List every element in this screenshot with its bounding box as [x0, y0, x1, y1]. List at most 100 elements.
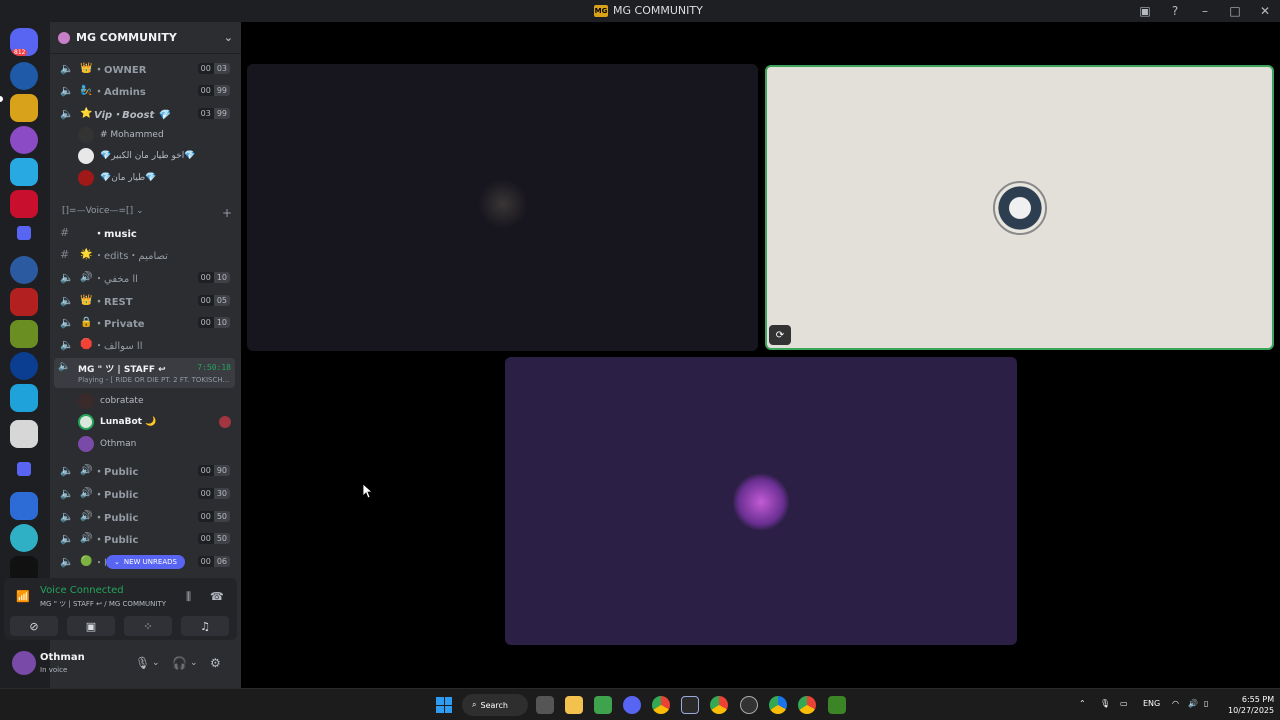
server-icon[interactable]	[10, 384, 38, 412]
chevron-down-icon: ⌄	[223, 31, 233, 44]
user-max: 99	[213, 107, 230, 119]
server-icon[interactable]	[10, 190, 38, 218]
text-channel[interactable]: # 🌟 ・edits・تصاميم	[56, 244, 236, 264]
help-icon[interactable]: ?	[1160, 4, 1190, 18]
voice-channel[interactable]: 🔈 👑 ・REST 00 05	[56, 290, 236, 310]
unread-badge: 812	[12, 49, 28, 56]
language-indicator[interactable]: ENG	[1143, 699, 1160, 708]
server-icon[interactable]	[10, 158, 38, 186]
category-voice[interactable]: []=—Voice—=[] ⌄ +	[62, 206, 232, 220]
voice-channel[interactable]: 🔈 🔒 ・Private 00 10	[56, 312, 236, 332]
microphone-icon[interactable]: 🎙	[1100, 699, 1110, 708]
server-icon[interactable]	[10, 288, 38, 316]
voice-user[interactable]: Othman	[78, 434, 136, 454]
soundboard-button[interactable]: ♫	[181, 616, 229, 636]
start-button[interactable]	[436, 697, 452, 713]
voice-channel[interactable]: 🔈 🛑 ・سوالف ll	[56, 334, 236, 354]
maximize-button[interactable]: □	[1220, 4, 1250, 18]
wifi-icon[interactable]: ◠	[1172, 699, 1179, 708]
text-channel[interactable]: # ・music	[56, 222, 236, 242]
app-icon[interactable]	[681, 696, 699, 714]
search-box[interactable]: ⌕ Search	[462, 694, 528, 716]
close-button[interactable]: ✕	[1250, 4, 1280, 18]
voice-channel[interactable]: 🔈 ⭐ Vip・Boost 💎 03 99	[56, 103, 236, 123]
mouse-cursor-icon	[363, 484, 373, 498]
display-icon[interactable]: ▭	[1120, 699, 1128, 708]
chevron-down-icon[interactable]: ⌄	[190, 658, 198, 668]
signal-icon: 📶	[16, 590, 30, 603]
voice-channel-path[interactable]: MG " ツ | STAFF ↩ / MG COMMUNITY	[40, 599, 166, 609]
server-icon[interactable]	[10, 126, 38, 154]
volume-icon[interactable]: 🔊	[1188, 699, 1198, 708]
chrome-icon[interactable]	[710, 696, 728, 714]
stream-icon[interactable]: ⟳	[769, 325, 791, 345]
voice-channel[interactable]: 🔈 🔊 ・Public 00 30	[56, 483, 236, 503]
user-count: 00	[197, 487, 214, 499]
voice-channel[interactable]: 🔈 👑 ・OWNER 00 03	[56, 58, 236, 78]
streaming-icon	[219, 416, 231, 428]
file-explorer-icon[interactable]	[565, 696, 583, 714]
guild-header[interactable]: MG COMMUNITY ⌄	[50, 22, 241, 54]
voice-user[interactable]: LunaBot 🌙	[78, 412, 156, 432]
chrome-icon[interactable]	[798, 696, 816, 714]
taskbar: ⌕ Search ⌃ 🎙 ▭ ENG ◠ 🔊 ▯ 6:55 PM 10/27/2…	[0, 688, 1280, 720]
user-name[interactable]: Othman	[40, 652, 85, 663]
server-icon[interactable]	[10, 320, 38, 348]
gear-icon[interactable]: ⚙	[210, 656, 221, 670]
discord-icon[interactable]	[623, 696, 641, 714]
voice-user[interactable]: 💎طيار مان💎	[78, 168, 156, 188]
camera-button[interactable]: ⊘	[10, 616, 58, 636]
channel-emoji: 🛑	[80, 338, 93, 350]
noise-suppression-icon[interactable]: ⫼	[186, 590, 191, 604]
video-tile-speaking[interactable]: ⟳	[765, 65, 1274, 350]
task-view-icon[interactable]	[536, 696, 554, 714]
app-icon[interactable]	[594, 696, 612, 714]
disconnect-icon[interactable]: ☎	[210, 590, 224, 603]
speaker-icon: 🔈	[60, 554, 74, 568]
chrome-icon[interactable]	[769, 696, 787, 714]
chevron-down-icon[interactable]: ⌄	[152, 658, 160, 668]
chrome-icon[interactable]	[652, 696, 670, 714]
user-max: 05	[213, 294, 230, 306]
search-icon: ⌕	[472, 700, 477, 709]
avatar[interactable]	[12, 651, 36, 675]
new-unreads-button[interactable]: ⌄ NEW UNREADS	[106, 555, 185, 569]
battery-icon[interactable]: ▯	[1204, 699, 1208, 708]
app-icon[interactable]	[740, 696, 758, 714]
mg-server-icon[interactable]	[10, 94, 38, 122]
voice-user[interactable]: 💎اخو طيار مان الكبير💎	[78, 146, 195, 166]
screen-share-button[interactable]: ▣	[67, 616, 115, 636]
video-tile[interactable]	[247, 64, 758, 351]
add-channel-button[interactable]: +	[222, 206, 232, 220]
voice-channel[interactable]: 🔈 🔊 ・مخفي ll 00 10	[56, 267, 236, 287]
headphones-icon[interactable]: 🎧	[172, 656, 187, 670]
voice-channel[interactable]: 🔈 🔊 ・Public 00 50	[56, 528, 236, 548]
server-icon[interactable]	[10, 420, 38, 448]
voice-channel[interactable]: 🔈 🧞 ・Admins 00 99	[56, 80, 236, 100]
folder-icon[interactable]	[17, 226, 31, 240]
minecraft-icon[interactable]	[828, 696, 846, 714]
voice-channel[interactable]: 🔈 🔊 ・Public 00 90	[56, 460, 236, 480]
voice-user[interactable]: cobratate	[78, 391, 144, 411]
direct-messages-button[interactable]: 812	[10, 28, 38, 56]
microphone-icon[interactable]: 🎙	[135, 656, 150, 670]
minimize-button[interactable]: –	[1190, 4, 1220, 18]
inbox-icon[interactable]: ▣	[1130, 4, 1160, 18]
activities-button[interactable]: ⁘	[124, 616, 172, 636]
server-icon[interactable]	[10, 524, 38, 552]
active-voice-channel[interactable]: 🔈 MG " ツ | STAFF ↩ 7:50:18 Playing - [ R…	[54, 358, 235, 388]
server-icon[interactable]	[10, 352, 38, 380]
chevron-up-icon[interactable]: ⌃	[1079, 699, 1086, 708]
voice-user[interactable]: # Mohammed	[78, 125, 164, 145]
video-tile[interactable]	[505, 357, 1017, 645]
server-icon[interactable]	[10, 256, 38, 284]
clock[interactable]: 6:55 PM 10/27/2025	[1228, 694, 1274, 716]
voice-status[interactable]: Voice Connected	[40, 585, 124, 596]
user-count: 00	[197, 62, 214, 74]
folder-icon[interactable]	[17, 462, 31, 476]
camera-off-icon: ⊘	[29, 619, 39, 633]
server-icon[interactable]	[10, 492, 38, 520]
channel-name: ・Public	[94, 534, 139, 546]
voice-channel[interactable]: 🔈 🔊 ・Public 00 50	[56, 506, 236, 526]
server-icon[interactable]	[10, 62, 38, 90]
